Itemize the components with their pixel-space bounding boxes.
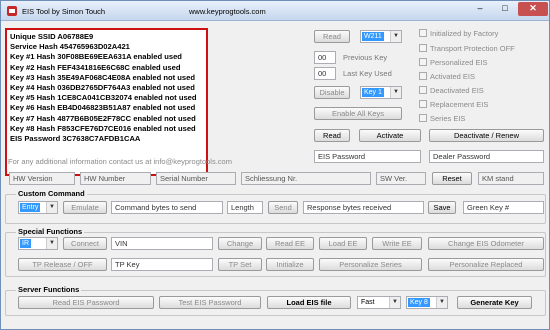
output-line: Key #3 Hash 35E49AF068C4E08A enabled not… <box>10 72 196 82</box>
checkbox-deactivated[interactable]: Deactivated EIS <box>419 86 484 96</box>
length-field[interactable]: Length <box>227 201 263 214</box>
checkbox-series[interactable]: Series EIS <box>419 114 465 124</box>
output-line: Service Hash 454765963D02A421 <box>10 42 130 52</box>
chevron-down-icon: ▼ <box>390 87 401 98</box>
checkbox-icon <box>419 29 427 37</box>
save-button[interactable]: Save <box>428 201 456 214</box>
green-key-field[interactable]: Green Key # <box>463 201 544 214</box>
chevron-down-icon: ▼ <box>390 31 401 42</box>
checkbox-icon <box>419 58 427 66</box>
disable-button[interactable]: Disable <box>314 86 350 99</box>
send-button[interactable]: Send <box>268 201 298 214</box>
output-line: Key #5 Hash 1CE8CA041CB32074 enabled not… <box>10 93 197 103</box>
last-key-label: Last Key Used <box>343 69 392 78</box>
maximize-icon[interactable]: □ <box>493 2 517 15</box>
generate-key-button[interactable]: Generate Key <box>457 296 532 309</box>
output-line: Unique SSID A06788E9 <box>10 32 94 41</box>
eis-password-field[interactable]: EIS Password <box>314 150 421 163</box>
change-odometer-button[interactable]: Change EIS Odometer <box>428 237 544 250</box>
entry-select[interactable]: Entry ▼ <box>18 201 58 214</box>
title-bar[interactable]: EIS Tool by Simon Touch www.keyprogtools… <box>1 1 549 21</box>
custom-command-title: Custom Command <box>16 189 87 198</box>
key-select[interactable]: Key 1 ▼ <box>360 86 402 99</box>
chevron-down-icon: ▼ <box>436 297 447 308</box>
schliessung-field: Schliessung Nr. <box>241 172 371 185</box>
load-eis-file-button[interactable]: Load EIS file <box>267 296 351 309</box>
minimize-icon[interactable]: – <box>468 2 492 15</box>
output-line: Key #2 Hash FEF4341816E6C68C enabled use… <box>10 62 181 72</box>
speed-select[interactable]: Fast ▼ <box>357 296 401 309</box>
reset-button[interactable]: Reset <box>432 172 472 185</box>
checkbox-icon <box>419 44 427 52</box>
activate-button[interactable]: Activate <box>359 129 421 142</box>
chevron-down-icon: ▼ <box>46 238 57 249</box>
checkbox-transport-protection[interactable]: Transport Protection OFF <box>419 44 515 54</box>
output-console[interactable]: Unique SSID A06788E9 Service Hash 454765… <box>5 28 208 176</box>
window-title: EIS Tool by Simon Touch <box>22 7 106 16</box>
serial-number-field: Serial Number <box>156 172 236 185</box>
output-line: Key #6 Hash EB4D046823B51A87 enabled not… <box>10 103 196 113</box>
checkbox-icon <box>419 86 427 94</box>
command-bytes-field[interactable]: Command bytes to send <box>111 201 223 214</box>
app-window: EIS Tool by Simon Touch www.keyprogtools… <box>0 0 550 330</box>
special-functions-title: Special Functions <box>16 227 85 236</box>
interface-select-value: IR <box>20 239 31 248</box>
generate-key-select[interactable]: Key 8 ▼ <box>406 296 448 309</box>
interface-select[interactable]: IR ▼ <box>18 237 58 250</box>
server-functions-title: Server Functions <box>16 285 82 294</box>
read-eis-button[interactable]: Read <box>314 129 350 142</box>
read-eis-password-button[interactable]: Read EIS Password <box>18 296 154 309</box>
output-line: Key #1 Hash 30F08BE69EEA631A enabled use… <box>10 52 182 62</box>
chevron-down-icon: ▼ <box>389 297 400 308</box>
checkbox-icon <box>419 100 427 108</box>
response-bytes-field[interactable]: Response bytes received <box>303 201 424 214</box>
last-key-field[interactable]: 00 <box>314 67 336 80</box>
tp-key-field[interactable]: TP Key <box>111 258 213 271</box>
checkbox-icon <box>419 114 427 122</box>
key-select-value: Key 1 <box>362 88 384 97</box>
connect-button[interactable]: Connect <box>63 237 107 250</box>
read-ee-button[interactable]: Read EE <box>266 237 314 250</box>
previous-key-field[interactable]: 00 <box>314 51 336 64</box>
generate-key-select-value: Key 8 <box>408 298 430 307</box>
contact-info: For any additional information contact u… <box>8 157 232 166</box>
website-label: www.keyprogtools.com <box>189 7 266 16</box>
km-stand-field: KM stand <box>478 172 544 185</box>
car-model-select[interactable]: W211 ▼ <box>360 30 402 43</box>
chevron-down-icon: ▼ <box>46 202 57 213</box>
checkbox-icon <box>419 72 427 80</box>
sw-version-field: SW Ver. <box>376 172 426 185</box>
app-icon <box>6 5 18 17</box>
speed-select-value: Fast <box>361 299 375 306</box>
checkbox-activated[interactable]: Activated EIS <box>419 72 475 82</box>
write-ee-button[interactable]: Write EE <box>372 237 422 250</box>
emulate-button[interactable]: Emulate <box>63 201 107 214</box>
vin-field[interactable]: VIN <box>111 237 213 250</box>
read-button[interactable]: Read <box>314 30 350 43</box>
dealer-password-field[interactable]: Dealer Password <box>429 150 544 163</box>
tp-release-button[interactable]: TP Release / OFF <box>18 258 107 271</box>
car-model-value: W211 <box>362 32 384 41</box>
hw-version-field: HW Version <box>9 172 75 185</box>
checkbox-initialized-by-factory[interactable]: Initialized by Factory <box>419 29 498 39</box>
tp-set-button[interactable]: TP Set <box>218 258 262 271</box>
previous-key-label: Previous Key <box>343 53 388 62</box>
entry-select-value: Entry <box>20 203 41 212</box>
output-line: EIS Password 3C7638C7AFDB1CAA <box>10 134 141 144</box>
personalize-series-button[interactable]: Personalize Series <box>319 258 422 271</box>
close-icon[interactable]: ✕ <box>518 2 548 16</box>
personalize-replaced-button[interactable]: Personalize Replaced <box>428 258 544 271</box>
load-ee-button[interactable]: Load EE <box>319 237 367 250</box>
deactivate-renew-button[interactable]: Deactivate / Renew <box>429 129 544 142</box>
change-vin-button[interactable]: Change <box>218 237 262 250</box>
output-line: Key #8 Hash F853CFE76D7CE016 enabled not… <box>10 123 196 133</box>
output-line: Key #4 Hash 036DB2765DF764A3 enabled not… <box>10 83 195 93</box>
initialize-button[interactable]: Initialize <box>266 258 314 271</box>
test-eis-password-button[interactable]: Test EIS Password <box>159 296 261 309</box>
enable-all-keys-button[interactable]: Enable All Keys <box>314 107 402 120</box>
hw-number-field: HW Number <box>80 172 151 185</box>
checkbox-personalized[interactable]: Personalized EIS <box>419 58 488 68</box>
checkbox-replacement[interactable]: Replacement EIS <box>419 100 488 110</box>
output-line: Key #7 Hash 4877B6B05E2F78CC enabled not… <box>10 113 196 123</box>
